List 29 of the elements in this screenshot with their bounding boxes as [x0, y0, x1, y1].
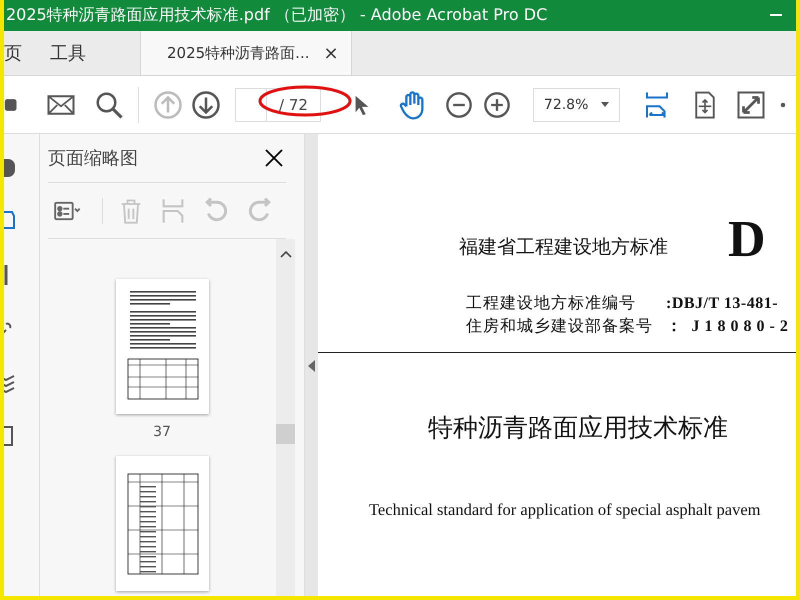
tab[interactable]: 2025特种沥青路面... × — [140, 31, 352, 75]
window-title: 2025特种沥青路面应用技术标准.pdf （已加密） - Adobe Acrobat Pro DC — [6, 5, 548, 26]
page-field[interactable] — [235, 88, 267, 122]
zoom-out-icon[interactable] — [444, 90, 473, 118]
page-thumbnail[interactable] — [116, 279, 208, 414]
tab[interactable]: 页 — [4, 31, 36, 75]
more-icon[interactable] — [780, 102, 786, 108]
zoom-in-icon[interactable] — [482, 90, 511, 118]
panel-title: 页面缩略图 — [48, 147, 138, 170]
standard-code: D — [728, 216, 766, 264]
scroll-up-icon[interactable] — [280, 249, 292, 259]
scrollbar-thumb[interactable] — [276, 424, 295, 444]
number-value: :DBJ/T 13-481- — [666, 294, 778, 312]
zoom-dropdown[interactable]: 72.8% — [532, 88, 620, 122]
number-label: 住房和城乡建设部备案号 — [466, 316, 652, 337]
page-count: / 72 — [267, 88, 321, 122]
close-tab-button[interactable]: × — [323, 42, 339, 64]
fullscreen-icon[interactable] — [736, 90, 766, 120]
tab[interactable]: 工具 — [36, 31, 100, 75]
document-subtitle: Technical standard for application of special asphalt pavem — [369, 500, 762, 520]
number-value: ： J 1 8 0 8 0 - 2 — [666, 317, 788, 337]
document-title: 特种沥青路面应用技术标准 — [428, 412, 729, 444]
page-thumbnail[interactable] — [116, 456, 208, 591]
page-number: 37 — [153, 424, 171, 440]
standard-series: 福建省工程建设地方标准 — [459, 235, 668, 260]
search-icon[interactable] — [94, 90, 124, 120]
number-label: 工程建设地方标准编号 — [466, 293, 637, 314]
scrollbar[interactable] — [276, 239, 295, 596]
collapse-icon[interactable] — [308, 360, 316, 372]
